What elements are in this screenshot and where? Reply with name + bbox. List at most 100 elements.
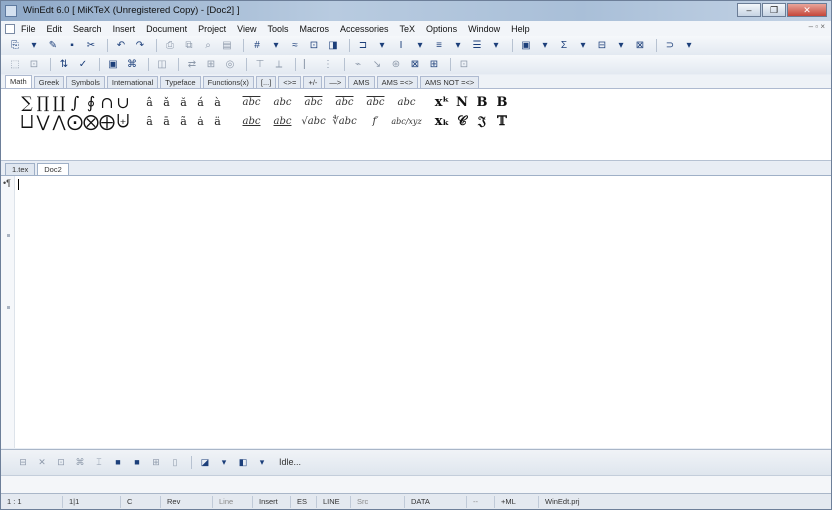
target-icon[interactable]: ◎ xyxy=(222,57,238,72)
bracket-icon[interactable]: ⊐ xyxy=(355,38,371,53)
menu-file[interactable]: File xyxy=(21,24,36,34)
editor-area[interactable]: •¶ xyxy=(1,176,831,448)
menu-search[interactable]: Search xyxy=(73,24,102,34)
tab-ams[interactable]: AMS xyxy=(348,76,375,88)
symbol-oint[interactable]: ∮ xyxy=(83,93,99,112)
frame-icon[interactable]: ⬚ xyxy=(7,57,23,72)
symbol-prod[interactable]: ∏ xyxy=(35,93,51,112)
menu-project[interactable]: Project xyxy=(198,24,226,34)
undo-icon[interactable]: ↶ xyxy=(113,38,129,53)
cut-icon[interactable]: ✂ xyxy=(83,38,99,53)
deco-prime[interactable]: f′ xyxy=(360,116,391,127)
boldsymbol-b-button[interactable]: B xyxy=(492,95,512,110)
subscript-button[interactable]: xₖ xyxy=(432,114,452,129)
deco-widehat[interactable]: abc xyxy=(267,97,298,108)
symbol-bigvee[interactable]: ⋁ xyxy=(35,112,51,131)
app-icon[interactable] xyxy=(5,5,17,17)
menu-help[interactable]: Help xyxy=(511,24,530,34)
mathbf-b-button[interactable]: 𝐁 xyxy=(472,95,492,110)
deco-frac[interactable]: abc/xyz xyxy=(391,117,422,126)
symbol-bigotimes[interactable]: ⨂ xyxy=(83,112,99,131)
console-filter-icon[interactable]: ◧ xyxy=(235,455,251,470)
symbol-biguplus[interactable]: ⨄ xyxy=(115,111,131,131)
console-page-icon[interactable]: ▯ xyxy=(167,455,183,470)
editor-gutter[interactable]: •¶ xyxy=(1,176,15,448)
accent-breve[interactable]: ă xyxy=(175,96,192,109)
italic-icon[interactable]: I xyxy=(393,38,409,53)
menu-options[interactable]: Options xyxy=(426,24,457,34)
console-clear-icon[interactable]: ⊟ xyxy=(15,455,31,470)
accent-ddot[interactable]: ä xyxy=(209,115,226,128)
deco-underline[interactable]: abc xyxy=(267,116,298,127)
console-stop-icon[interactable]: ■ xyxy=(110,455,126,470)
redo-icon[interactable]: ↷ xyxy=(132,38,148,53)
sort-icon[interactable]: ⇅ xyxy=(56,57,72,72)
grid-icon[interactable]: ⊞ xyxy=(203,57,219,72)
compile-icon[interactable]: ⊛ xyxy=(388,57,404,72)
symbol-bigcap[interactable]: ∩ xyxy=(99,93,115,112)
accent-dot[interactable]: ȧ xyxy=(192,115,209,128)
italic-dropdown-icon[interactable]: ▾ xyxy=(412,38,428,53)
sum-dropdown-icon[interactable]: ▾ xyxy=(575,38,591,53)
align-dropdown-icon[interactable]: ▾ xyxy=(450,38,466,53)
list-dropdown-icon[interactable]: ▾ xyxy=(488,38,504,53)
swap-icon[interactable]: ⇄ xyxy=(184,57,200,72)
document-icon[interactable] xyxy=(5,23,15,34)
bookmark-icon[interactable]: ◨ xyxy=(325,38,341,53)
tab-relations[interactable]: <>= xyxy=(278,76,302,88)
accent-check[interactable]: ǎ xyxy=(158,96,175,109)
table-icon[interactable]: ▣ xyxy=(518,38,534,53)
console-copy-icon[interactable]: ⊡ xyxy=(53,455,69,470)
deco-underbrace[interactable]: abc xyxy=(236,116,267,127)
menu-insert[interactable]: Insert xyxy=(113,24,136,34)
open-icon[interactable]: ✎ xyxy=(45,38,61,53)
console-output-dropdown-icon[interactable]: ▾ xyxy=(216,455,232,470)
console-output-area[interactable] xyxy=(1,475,831,493)
top-icon[interactable]: ⊤ xyxy=(252,57,268,72)
new-document-icon[interactable]: ⎘ xyxy=(7,38,23,53)
save-icon[interactable]: ▪ xyxy=(64,38,80,53)
new-dropdown-icon[interactable]: ▾ xyxy=(26,38,42,53)
hash-dropdown-icon[interactable]: ▾ xyxy=(268,38,284,53)
close-button[interactable]: ✕ xyxy=(787,3,827,17)
tab-greek[interactable]: Greek xyxy=(33,76,65,88)
console-pause-icon[interactable]: ■ xyxy=(129,455,145,470)
menu-accessories[interactable]: Accessories xyxy=(340,24,389,34)
tab-document-1[interactable]: 1.tex xyxy=(5,163,36,175)
image-icon[interactable]: ▣ xyxy=(105,57,121,72)
frame-icon[interactable]: ⊡ xyxy=(306,38,322,53)
mathfrak-j-button[interactable]: 𝔍 xyxy=(472,114,492,129)
menu-tex[interactable]: TeX xyxy=(400,24,416,34)
maximize-button[interactable]: ❐ xyxy=(762,3,786,17)
accent-grave[interactable]: à xyxy=(209,96,226,109)
view-dvi-icon[interactable]: ⊠ xyxy=(407,57,423,72)
console-output-icon[interactable]: ◪ xyxy=(197,455,213,470)
more-icon[interactable]: ⋮ xyxy=(320,57,336,72)
menu-view[interactable]: View xyxy=(237,24,256,34)
symbol-bigcup[interactable]: ∪ xyxy=(115,93,131,112)
deco-overrightarrow[interactable]: abc xyxy=(298,97,329,108)
menu-window[interactable]: Window xyxy=(468,24,500,34)
align-icon[interactable]: ≡ xyxy=(431,38,447,53)
print-icon[interactable]: ⎙ xyxy=(162,38,178,53)
perp-icon[interactable]: ⟂ xyxy=(271,57,287,72)
hash-icon[interactable]: # xyxy=(249,38,265,53)
tab-functions[interactable]: Functions(x) xyxy=(202,76,254,88)
console-command-icon[interactable]: ⌘ xyxy=(72,455,88,470)
symbol-bigsqcup[interactable]: ⨆ xyxy=(19,111,35,131)
deco-sqrt[interactable]: √abc xyxy=(298,116,329,127)
superscript-button[interactable]: xᵏ xyxy=(432,95,452,110)
deco-overbrace[interactable]: abc xyxy=(391,97,422,108)
superset-dropdown-icon[interactable]: ▾ xyxy=(681,38,697,53)
console-grid-icon[interactable]: ⊞ xyxy=(148,455,164,470)
console-filter-dropdown-icon[interactable]: ▾ xyxy=(254,455,270,470)
symbol-bigoplus[interactable]: ⨁ xyxy=(99,112,115,131)
box-icon[interactable]: ⊟ xyxy=(594,38,610,53)
menu-document[interactable]: Document xyxy=(146,24,187,34)
accent-bar[interactable]: ā xyxy=(158,115,175,128)
command-icon[interactable]: ⌘ xyxy=(124,57,140,72)
spellcheck-icon[interactable]: ✓ xyxy=(75,57,91,72)
tab-international[interactable]: International xyxy=(106,76,159,88)
bar-icon[interactable]: ⎸ xyxy=(301,57,317,72)
approx-icon[interactable]: ≈ xyxy=(287,38,303,53)
